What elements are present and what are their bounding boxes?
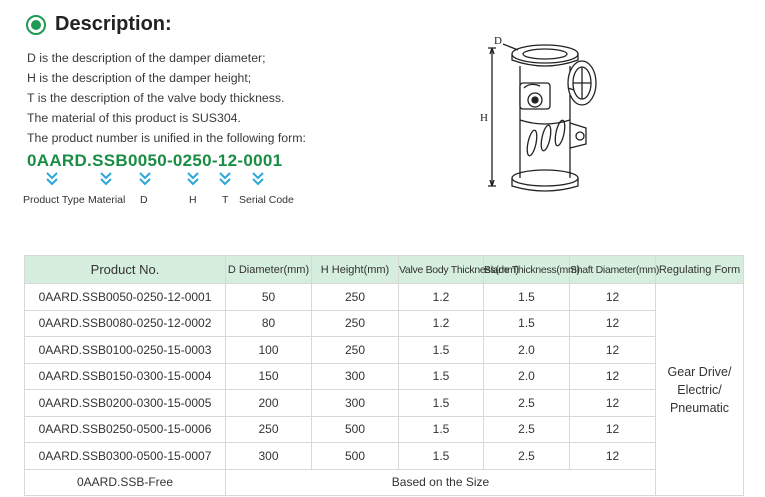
cell-product-no: 0AARD.SSB0150-0300-15-0004 <box>24 362 226 390</box>
cell-shaft: 12 <box>569 415 656 443</box>
table-row: 0AARD.SSB0150-0300-15-0004 150 300 1.5 2… <box>24 362 744 390</box>
description-line: The product number is unified in the fol… <box>27 131 306 145</box>
cell-d: 100 <box>225 336 312 364</box>
code-label-t: T <box>222 194 229 206</box>
cell-h: 500 <box>311 442 399 470</box>
cell-d: 50 <box>225 283 312 311</box>
chevron-down-icon <box>46 172 58 186</box>
description-line: T is the description of the valve body t… <box>27 91 285 105</box>
cell-valve: 1.2 <box>398 283 484 311</box>
cell-product-no: 0AARD.SSB0250-0500-15-0006 <box>24 415 226 443</box>
header-shaft-diameter: Shaft Diameter(mm) <box>569 255 659 284</box>
table-row: 0AARD.SSB0050-0250-12-0001 50 250 1.2 1.… <box>24 283 744 496</box>
drawing-label-d: D <box>494 35 502 47</box>
spec-table: Product No. D Diameter(mm) H Height(mm) … <box>24 255 744 496</box>
cell-free-product: 0AARD.SSB-Free <box>24 468 226 496</box>
regulating-line: Electric/ <box>677 382 722 397</box>
cell-product-no: 0AARD.SSB0200-0300-15-0005 <box>24 389 226 417</box>
cell-d: 150 <box>225 362 312 390</box>
product-code: 0AARD.SSB0050-0250-12-0001 <box>27 151 283 170</box>
cell-shaft: 12 <box>569 283 656 311</box>
cell-blade: 2.5 <box>483 442 570 470</box>
cell-blade: 1.5 <box>483 309 570 337</box>
header-product-no: Product No. <box>24 255 226 284</box>
header-blade-thickness: Blade Thickness(mm) <box>483 255 580 284</box>
header-valve-thickness: Valve Body Thickness(mm) <box>398 255 519 284</box>
cell-valve: 1.5 <box>398 336 484 364</box>
cell-product-no: 0AARD.SSB0050-0250-12-0001 <box>24 283 226 311</box>
cell-blade: 2.5 <box>483 415 570 443</box>
description-line: The material of this product is SUS304. <box>27 111 241 125</box>
cell-blade: 1.5 <box>483 283 570 311</box>
section-heading: Description: <box>26 13 172 36</box>
chevron-down-icon <box>187 172 199 186</box>
chevron-down-icon <box>139 172 151 186</box>
cell-regulating-form: Gear Drive/ Electric/ Pneumatic <box>655 283 744 496</box>
table-row: 0AARD.SSB0080-0250-12-0002 80 250 1.2 1.… <box>24 309 744 337</box>
cell-product-no: 0AARD.SSB0300-0500-15-0007 <box>24 442 226 470</box>
cell-h: 250 <box>311 336 399 364</box>
code-label-d: D <box>140 194 148 206</box>
chevron-down-icon <box>219 172 231 186</box>
table-row-free: 0AARD.SSB-Free Based on the Size <box>24 468 744 496</box>
heading-title: Description: <box>55 13 172 35</box>
table-row: 0AARD.SSB0200-0300-15-0005 200 300 1.5 2… <box>24 389 744 417</box>
cell-shaft: 12 <box>569 362 656 390</box>
radio-bullet-icon <box>26 14 46 35</box>
code-label-product-type: Product Type <box>23 194 85 206</box>
cell-d: 200 <box>225 389 312 417</box>
header-regulating-form: Regulating Form <box>655 255 744 284</box>
cell-shaft: 12 <box>569 336 656 364</box>
cell-valve: 1.5 <box>398 389 484 417</box>
damper-drawing: D H <box>480 35 597 192</box>
cell-product-no: 0AARD.SSB0100-0250-15-0003 <box>24 336 226 364</box>
cell-blade: 2.0 <box>483 362 570 390</box>
cell-valve: 1.5 <box>398 415 484 443</box>
cell-valve: 1.5 <box>398 362 484 390</box>
cell-h: 250 <box>311 283 399 311</box>
header-d-diameter: D Diameter(mm) <box>225 255 312 284</box>
table-row: 0AARD.SSB0100-0250-15-0003 100 250 1.5 2… <box>24 336 744 364</box>
cell-d: 300 <box>225 442 312 470</box>
cell-shaft: 12 <box>569 389 656 417</box>
description-line: D is the description of the damper diame… <box>27 51 266 65</box>
cell-h: 300 <box>311 362 399 390</box>
cell-valve: 1.5 <box>398 442 484 470</box>
cell-free-note: Based on the Size <box>225 468 656 496</box>
cell-d: 80 <box>225 309 312 337</box>
cell-shaft: 12 <box>569 309 656 337</box>
description-block: D is the description of the damper diame… <box>27 48 306 148</box>
cell-d: 250 <box>225 415 312 443</box>
cell-blade: 2.0 <box>483 336 570 364</box>
table-header-row: Product No. D Diameter(mm) H Height(mm) … <box>24 255 744 284</box>
chevron-down-icon <box>252 172 264 186</box>
regulating-line: Pneumatic <box>669 400 730 415</box>
code-label-material: Material <box>88 194 126 206</box>
cell-blade: 2.5 <box>483 389 570 417</box>
regulating-line: Gear Drive/ <box>667 364 732 379</box>
cell-product-no: 0AARD.SSB0080-0250-12-0002 <box>24 309 226 337</box>
table-row: 0AARD.SSB0300-0500-15-0007 300 500 1.5 2… <box>24 442 744 470</box>
cell-h: 500 <box>311 415 399 443</box>
header-h-height: H Height(mm) <box>311 255 399 284</box>
cell-valve: 1.2 <box>398 309 484 337</box>
chevron-down-icon <box>100 172 112 186</box>
drawing-label-h: H <box>480 112 488 124</box>
description-line: H is the description of the damper heigh… <box>27 71 252 85</box>
code-label-h: H <box>189 194 197 206</box>
cell-h: 300 <box>311 389 399 417</box>
code-label-serial: Serial Code <box>239 194 294 206</box>
cell-h: 250 <box>311 309 399 337</box>
cell-shaft: 12 <box>569 442 656 470</box>
table-row: 0AARD.SSB0250-0500-15-0006 250 500 1.5 2… <box>24 415 744 443</box>
